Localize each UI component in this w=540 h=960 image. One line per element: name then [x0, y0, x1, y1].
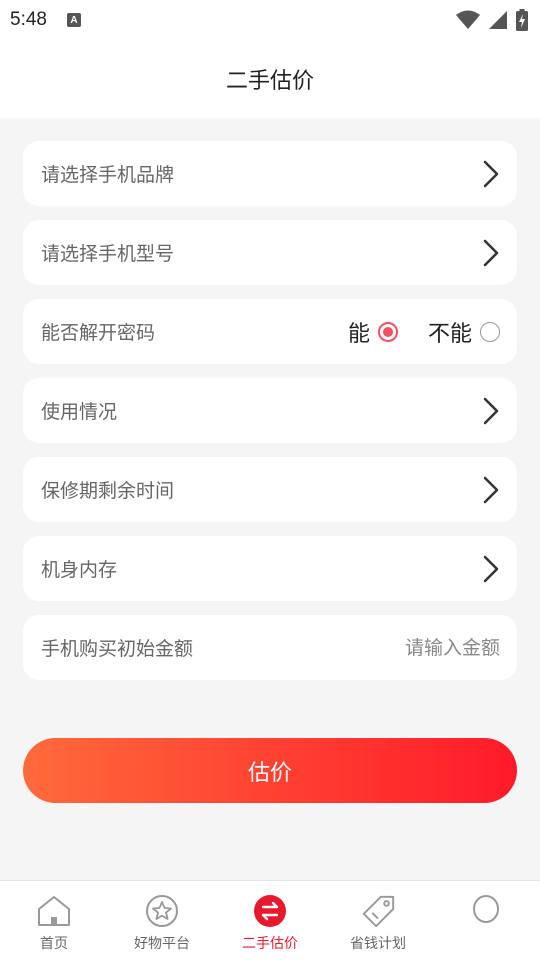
- storage-selector[interactable]: 机身内存: [23, 536, 517, 601]
- tab-label: 二手估价: [242, 936, 298, 952]
- price-row: 手机购买初始金额: [23, 615, 517, 680]
- chevron-right-icon: [483, 397, 499, 424]
- circle-icon: [468, 893, 504, 929]
- wifi-icon: [456, 10, 480, 29]
- model-selector[interactable]: 请选择手机型号: [23, 220, 517, 285]
- unlock-label: 能否解开密码: [41, 322, 156, 344]
- radio-unchecked-icon[interactable]: [480, 321, 500, 342]
- battery-icon: [516, 9, 528, 31]
- unlock-yes-label: 能: [347, 321, 370, 347]
- price-label: 手机购买初始金额: [41, 638, 194, 660]
- home-icon: [36, 893, 72, 929]
- warranty-label: 保修期剩余时间: [41, 480, 175, 502]
- tab-more[interactable]: [432, 881, 540, 960]
- tab-label: 好物平台: [134, 936, 190, 952]
- exchange-icon: [252, 893, 288, 929]
- warranty-selector[interactable]: 保修期剩余时间: [23, 457, 517, 522]
- notification-icon: A: [66, 13, 81, 27]
- usage-label: 使用情况: [41, 401, 118, 423]
- bottom-tab-bar: 首页 好物平台 二手估价 省钱计划: [0, 880, 540, 960]
- brand-selector[interactable]: 请选择手机品牌: [23, 141, 517, 206]
- usage-selector[interactable]: 使用情况: [23, 378, 517, 443]
- tab-label: 首页: [40, 936, 68, 952]
- price-input[interactable]: [340, 636, 500, 659]
- unlock-yes-radio[interactable]: 能: [348, 316, 398, 348]
- header: 二手估价: [0, 40, 540, 118]
- model-label: 请选择手机型号: [41, 243, 175, 265]
- unlock-no-label: 不能: [427, 321, 472, 347]
- chevron-right-icon: [483, 555, 499, 582]
- chevron-right-icon: [483, 239, 499, 266]
- star-icon: [144, 893, 180, 929]
- tab-home[interactable]: 首页: [0, 881, 108, 960]
- unlock-row: 能否解开密码 能 不能: [23, 299, 517, 364]
- status-bar: 5:48 A: [0, 0, 540, 40]
- chevron-right-icon: [483, 160, 499, 187]
- radio-checked-icon[interactable]: [377, 321, 398, 342]
- chevron-right-icon: [483, 476, 499, 503]
- tab-goods[interactable]: 好物平台: [108, 881, 216, 960]
- storage-label: 机身内存: [41, 559, 118, 581]
- estimate-form: 请选择手机品牌 请选择手机型号 能否解开密码 能 不能 使用情况 保修期剩余时间…: [23, 141, 517, 694]
- signal-icon: [489, 11, 507, 29]
- tab-label: 省钱计划: [350, 936, 406, 952]
- page-title: 二手估价: [225, 69, 314, 94]
- unlock-radio-group: 能 不能: [348, 316, 500, 348]
- status-time: 5:48: [10, 9, 47, 30]
- tab-savings[interactable]: 省钱计划: [324, 881, 432, 960]
- unlock-no-radio[interactable]: 不能: [428, 316, 500, 348]
- tab-estimate[interactable]: 二手估价: [216, 881, 324, 960]
- estimate-button[interactable]: 估价: [23, 738, 517, 803]
- tag-icon: [360, 893, 396, 929]
- brand-label: 请选择手机品牌: [41, 164, 175, 186]
